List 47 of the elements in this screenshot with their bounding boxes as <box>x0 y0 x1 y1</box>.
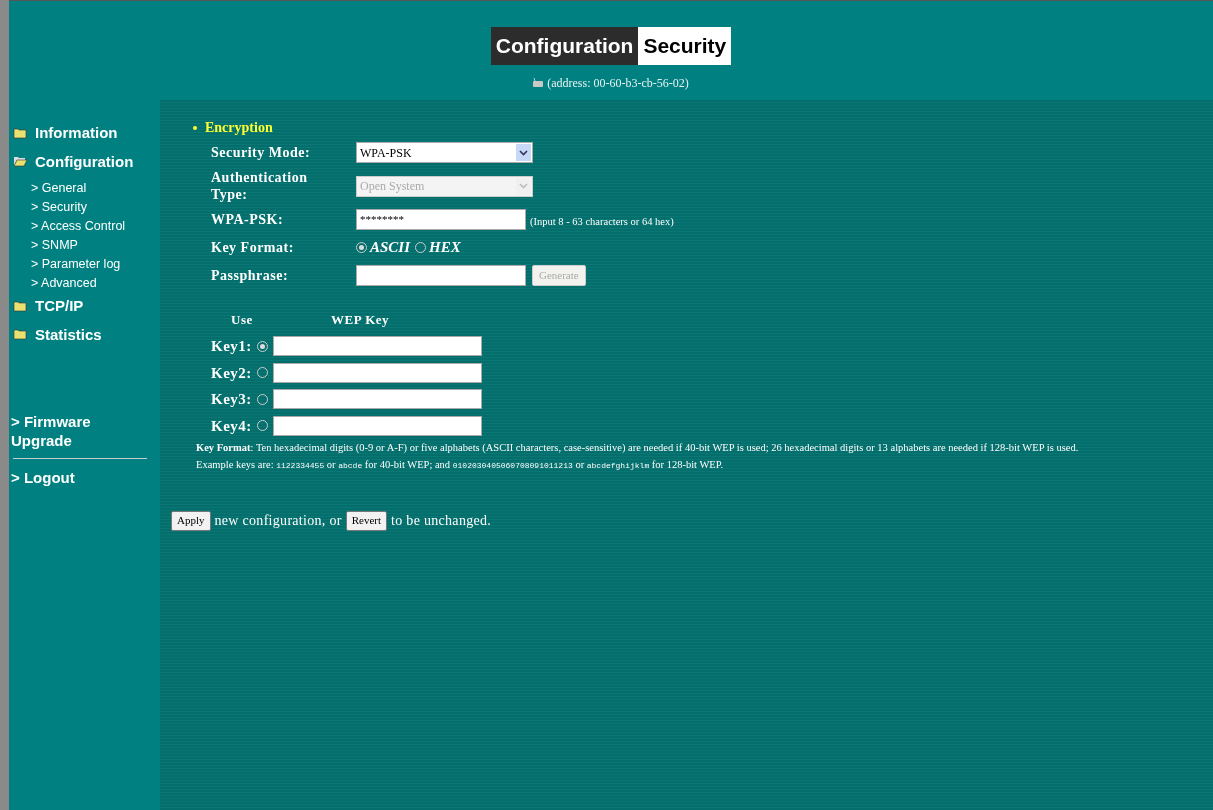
sidebar-subitem[interactable]: > SNMP <box>9 236 78 255</box>
chevron-down-icon <box>519 183 528 189</box>
field-label: WPA-PSK: <box>211 211 285 228</box>
input-field[interactable] <box>272 389 482 410</box>
field-label: Key Format: <box>211 238 295 256</box>
input-field[interactable] <box>356 264 526 286</box>
logout-link[interactable]: > Logout <box>9 467 75 490</box>
sidebar-item[interactable]: TCP/IP <box>35 295 84 318</box>
device-icon <box>533 78 544 87</box>
apply-button[interactable]: Apply <box>171 510 211 531</box>
sidebar-subitem[interactable]: > Parameter log <box>9 255 121 274</box>
sidebar-subitem[interactable]: > Access Control <box>9 217 126 236</box>
sidebar-item[interactable]: Configuration <box>35 150 134 173</box>
key-format-note: Key Format: Ten hexadecimal digits (0-9 or A-F) or five alphabets (ASCII characters, case-sensitive) are needed if 40-bit WEP is used; 26 hexadecimal digits or 13 alphabets are needed if 128-bit WEP is used. <box>195 441 1080 455</box>
action-text: to be unchanged. <box>391 512 492 530</box>
key-label: Key1: <box>211 337 252 356</box>
page-title: Configuration <box>490 27 639 65</box>
sidebar-subitem[interactable]: > General <box>9 179 87 198</box>
input-field[interactable] <box>272 336 482 357</box>
section-title: Encryption <box>205 119 273 137</box>
field-label: Authentication Type: <box>211 169 309 203</box>
field-label: Security Mode: <box>211 144 312 161</box>
column-header: Use <box>231 310 254 329</box>
key-label: Key3: <box>211 390 252 409</box>
revert-button[interactable]: Revert <box>345 510 388 531</box>
firmware-upgrade-link[interactable]: > Firmware Upgrade <box>9 412 160 450</box>
key-label: Key2: <box>211 363 252 383</box>
radio-label: ASCII <box>370 238 411 257</box>
input-field[interactable] <box>272 415 482 436</box>
sidebar-subitem[interactable]: > Security <box>9 198 87 217</box>
input-field[interactable] <box>272 362 482 383</box>
key-label: Key4: <box>211 416 252 436</box>
page-title: Security <box>638 27 732 65</box>
action-text: new configuration, or <box>214 512 342 530</box>
hint-text: (Input 8 - 63 characters or 64 hex) <box>530 215 674 230</box>
chevron-down-icon <box>519 149 528 156</box>
mac-address: (address: 00-60-b3-cb-56-02) <box>547 74 689 92</box>
dropdown[interactable]: WPA-PSK <box>356 142 533 163</box>
radio-label: HEX <box>429 238 461 257</box>
sidebar-item[interactable]: Information <box>35 122 118 145</box>
sidebar-subitem[interactable]: > Advanced <box>9 274 97 293</box>
example-keys-note: Example keys are: 1122334455 or abcde for 40-bit WEP; and 0102030405060708091011213 or abcdefghijklm for 128-bit WEP. <box>195 458 725 472</box>
column-header: WEP Key <box>331 310 390 329</box>
bullet-icon <box>193 125 197 130</box>
input-field[interactable]: ******** <box>356 209 526 230</box>
sidebar-item[interactable]: Statistics <box>35 323 102 346</box>
field-label: Passphrase: <box>211 266 290 284</box>
